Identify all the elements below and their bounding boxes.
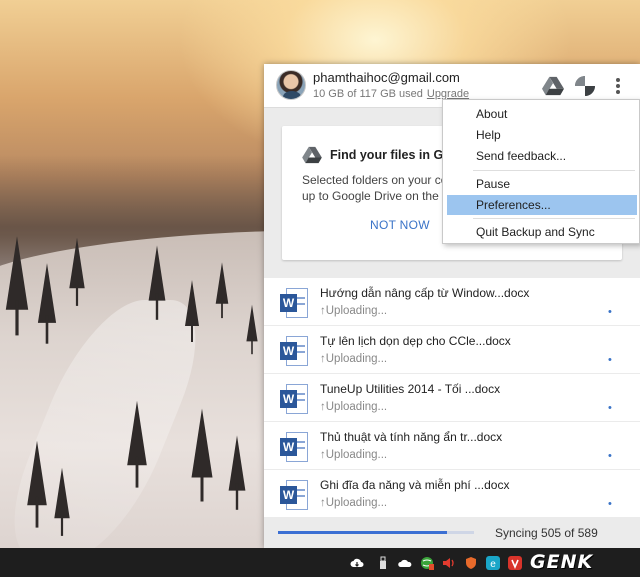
file-row[interactable]: W TuneUp Utilities 2014 - Tối ...docx ↑U… (264, 374, 640, 421)
wallpaper-tree (148, 245, 166, 320)
word-document-icon: W (280, 480, 308, 510)
menu-item-help[interactable]: Help (447, 125, 637, 145)
google-drive-icon[interactable] (542, 75, 564, 97)
word-document-icon: W (280, 432, 308, 462)
sync-progress-fill (278, 531, 447, 534)
backup-sync-tray-icon[interactable] (350, 556, 364, 570)
file-status-text: Uploading... (325, 305, 388, 317)
wallpaper-tree (37, 263, 57, 344)
file-name: Ghi đĩa đa năng và miễn phí ...docx (320, 478, 510, 492)
file-name: Hướng dẫn nâng cấp từ Window...docx (320, 286, 530, 300)
file-name: Tự lên lịch dọn dẹp cho CCle...docx (320, 334, 511, 348)
menu-item-preferences[interactable]: Preferences... (447, 195, 637, 215)
genk-watermark-suffix: K (577, 551, 594, 573)
file-row[interactable]: W Tự lên lịch dọn dẹp cho CCle...docx ↑U… (264, 326, 640, 373)
wallpaper-tree (5, 236, 29, 336)
word-icon-letter: W (280, 486, 297, 504)
file-row[interactable]: W Hướng dẫn nâng cấp từ Window...docx ↑U… (264, 278, 640, 325)
sync-progress-bar (278, 531, 474, 534)
settings-menu: About Help Send feedback... Pause Prefer… (442, 99, 640, 244)
not-now-button[interactable]: NOT NOW (370, 218, 430, 232)
file-list: W Hướng dẫn nâng cấp từ Window...docx ↑U… (264, 278, 640, 518)
network-globe-icon[interactable] (420, 556, 434, 570)
file-row[interactable]: W Thủ thuật và tính năng ẩn tr...docx ↑U… (264, 422, 640, 469)
row-activity-dot: • (608, 354, 612, 366)
word-document-icon: W (280, 288, 308, 318)
google-photos-icon[interactable] (574, 75, 596, 97)
storage-usage-text: 10 GB of 117 GB used (313, 88, 423, 100)
row-activity-dot: • (608, 402, 612, 414)
file-status: ↑Uploading... (320, 497, 387, 509)
file-name: Thủ thuật và tính năng ẩn tr...docx (320, 430, 503, 444)
file-name: TuneUp Utilities 2014 - Tối ...docx (320, 382, 501, 396)
menu-item-pause[interactable]: Pause (447, 174, 637, 194)
file-status: ↑Uploading... (320, 305, 387, 317)
word-icon-letter: W (280, 342, 297, 360)
svg-text:e: e (490, 559, 496, 570)
volume-icon[interactable] (442, 556, 456, 570)
wallpaper-tree (69, 237, 85, 306)
word-icon-letter: W (280, 390, 297, 408)
file-status: ↑Uploading... (320, 401, 387, 413)
wallpaper-tree (191, 408, 213, 502)
word-document-icon: W (280, 336, 308, 366)
more-vert-icon[interactable] (610, 75, 626, 97)
sync-footer: Syncing 505 of 589 (264, 518, 640, 548)
vpn-shield-icon[interactable] (464, 556, 478, 570)
word-document-icon: W (280, 384, 308, 414)
menu-item-quit[interactable]: Quit Backup and Sync (447, 222, 637, 242)
card-title: Find your files in Goo (330, 148, 459, 162)
wallpaper-tree (215, 262, 229, 319)
usb-icon[interactable] (376, 556, 390, 570)
genk-watermark: GENK (530, 551, 593, 573)
wallpaper-tree (27, 440, 47, 528)
word-icon-letter: W (280, 438, 297, 456)
menu-item-send-feedback[interactable]: Send feedback... (447, 146, 637, 166)
wallpaper-tree (246, 304, 258, 355)
genk-watermark-prefix: GEN (530, 551, 578, 573)
menu-separator (473, 218, 635, 219)
browser-e-icon[interactable]: e (486, 556, 500, 570)
file-status-text: Uploading... (325, 497, 388, 509)
word-icon-letter: W (280, 294, 297, 312)
wallpaper-tree (54, 467, 70, 536)
wallpaper-tree (185, 280, 199, 342)
row-activity-dot: • (608, 498, 612, 510)
vivaldi-icon[interactable] (508, 556, 522, 570)
onedrive-icon[interactable] (398, 556, 412, 570)
row-activity-dot: • (608, 450, 612, 462)
file-status-text: Uploading... (325, 449, 388, 461)
file-status: ↑Uploading... (320, 353, 387, 365)
wallpaper-tree (228, 435, 246, 510)
sync-status-text: Syncing 505 of 589 (495, 526, 598, 540)
wallpaper-tree (127, 400, 147, 488)
google-drive-icon (302, 146, 322, 164)
file-row[interactable]: W Ghi đĩa đa năng và miễn phí ...docx ↑U… (264, 470, 640, 517)
avatar[interactable] (276, 70, 306, 100)
file-status: ↑Uploading... (320, 449, 387, 461)
file-status-text: Uploading... (325, 401, 388, 413)
file-status-text: Uploading... (325, 353, 388, 365)
menu-item-about[interactable]: About (447, 104, 637, 124)
account-email: phamthaihoc@gmail.com (313, 70, 460, 85)
menu-separator (473, 170, 635, 171)
row-activity-dot: • (608, 306, 612, 318)
